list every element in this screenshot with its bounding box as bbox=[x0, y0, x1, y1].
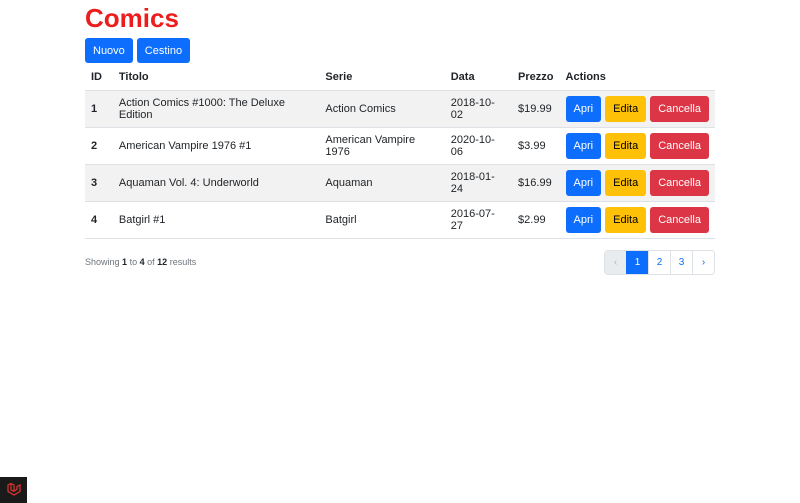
delete-button[interactable]: Cancella bbox=[650, 133, 709, 159]
cell-date: 2018-10-02 bbox=[444, 90, 513, 128]
cell-date: 2016-07-27 bbox=[444, 201, 513, 239]
cell-title: American Vampire 1976 #1 bbox=[112, 127, 320, 165]
results-summary: Showing 1 to 4 of 12 results bbox=[85, 257, 197, 267]
toolbar: Nuovo Cestino bbox=[85, 38, 191, 63]
laravel-logo-icon-svg bbox=[6, 482, 21, 496]
edit-button[interactable]: Edita bbox=[605, 207, 647, 233]
trash-button[interactable]: Cestino bbox=[136, 38, 191, 63]
cell-id: 2 bbox=[85, 127, 113, 165]
cell-series: Aquaman bbox=[319, 164, 445, 202]
cell-price: $16.99 bbox=[512, 164, 560, 202]
table-row: 4 Batgirl #1 Batgirl 2016-07-27 $2.99 Ap… bbox=[85, 201, 715, 239]
pagination: ‹ 1 2 3 › bbox=[604, 250, 715, 275]
cell-actions: Apri Edita Cancella bbox=[559, 164, 715, 202]
cell-price: $2.99 bbox=[512, 201, 560, 239]
open-button[interactable]: Apri bbox=[565, 207, 602, 233]
cell-actions: Apri Edita Cancella bbox=[559, 201, 715, 239]
page-2-button[interactable]: 2 bbox=[648, 251, 670, 274]
cell-title: Batgirl #1 bbox=[112, 201, 320, 239]
page-1-button[interactable]: 1 bbox=[626, 251, 648, 274]
cell-title: Action Comics #1000: The Deluxe Edition bbox=[112, 90, 320, 128]
next-page-button[interactable]: › bbox=[692, 251, 714, 274]
cell-price: $3.99 bbox=[512, 127, 560, 165]
new-button[interactable]: Nuovo bbox=[85, 38, 133, 63]
edit-button[interactable]: Edita bbox=[605, 133, 647, 159]
cell-series: Batgirl bbox=[319, 201, 445, 239]
table-row: 3 Aquaman Vol. 4: Underworld Aquaman 201… bbox=[85, 164, 715, 202]
table-header-row: ID Titolo Serie Data Prezzo Actions bbox=[85, 64, 715, 91]
delete-button[interactable]: Cancella bbox=[650, 170, 709, 196]
table-row: 1 Action Comics #1000: The Deluxe Editio… bbox=[85, 90, 715, 128]
cell-id: 3 bbox=[85, 164, 113, 202]
cell-id: 1 bbox=[85, 90, 113, 128]
cell-title: Aquaman Vol. 4: Underworld bbox=[112, 164, 320, 202]
cell-series: Action Comics bbox=[319, 90, 445, 128]
page-3-button[interactable]: 3 bbox=[670, 251, 692, 274]
edit-button[interactable]: Edita bbox=[605, 96, 647, 122]
laravel-logo-icon[interactable] bbox=[0, 477, 27, 503]
open-button[interactable]: Apri bbox=[565, 133, 602, 159]
prev-page-button[interactable]: ‹ bbox=[605, 251, 626, 274]
comics-table: ID Titolo Serie Data Prezzo Actions 1 Ac… bbox=[85, 64, 715, 239]
header-actions: Actions bbox=[565, 71, 606, 83]
open-button[interactable]: Apri bbox=[565, 96, 602, 122]
header-date: Data bbox=[450, 71, 475, 83]
cell-date: 2018-01-24 bbox=[444, 164, 513, 202]
cell-price: $19.99 bbox=[512, 90, 560, 128]
cell-series: American Vampire 1976 bbox=[319, 127, 445, 165]
header-price: Prezzo bbox=[518, 71, 554, 83]
delete-button[interactable]: Cancella bbox=[650, 207, 709, 233]
header-id: ID bbox=[91, 71, 102, 83]
header-title: Titolo bbox=[118, 71, 149, 83]
cell-actions: Apri Edita Cancella bbox=[559, 127, 715, 165]
cell-id: 4 bbox=[85, 201, 113, 239]
edit-button[interactable]: Edita bbox=[605, 170, 647, 196]
table-row: 2 American Vampire 1976 #1 American Vamp… bbox=[85, 127, 715, 165]
page-title: Comics bbox=[85, 3, 179, 33]
header-series: Serie bbox=[325, 71, 353, 83]
cell-actions: Apri Edita Cancella bbox=[559, 90, 715, 128]
open-button[interactable]: Apri bbox=[565, 170, 602, 196]
delete-button[interactable]: Cancella bbox=[650, 96, 709, 122]
cell-date: 2020-10-06 bbox=[444, 127, 513, 165]
